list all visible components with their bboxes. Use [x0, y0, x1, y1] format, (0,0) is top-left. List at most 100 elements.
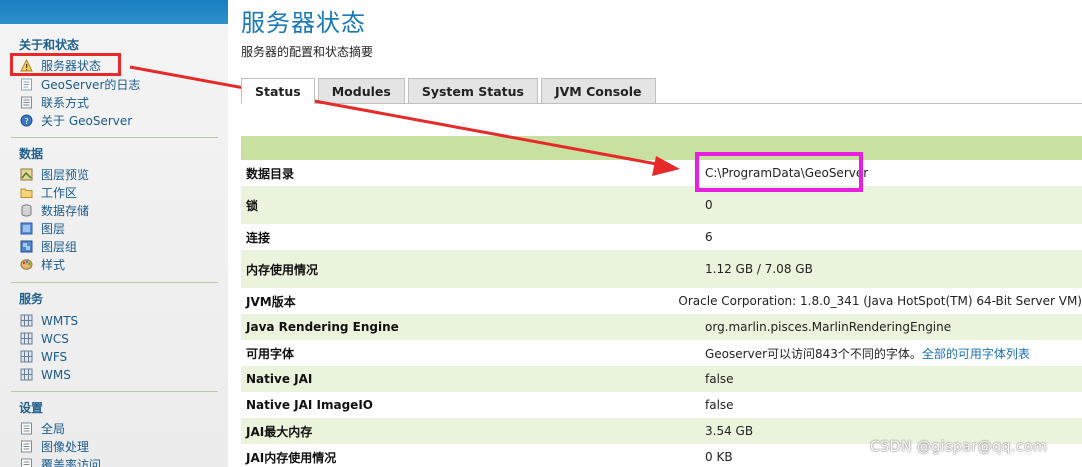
nav-layer-preview[interactable]: 图层预览	[20, 166, 89, 183]
nav-label: 图层预览	[41, 168, 90, 182]
nav-image-processing[interactable]: 图像处理	[20, 438, 89, 455]
section-title-services: 服务	[19, 292, 44, 306]
palette-icon	[20, 258, 33, 271]
section-divider	[11, 391, 218, 392]
row-value: org.marlin.pisces.MarlinRenderingEngine	[705, 320, 952, 334]
tab-status[interactable]: Status	[241, 78, 315, 104]
nav-label: 样式	[41, 258, 66, 272]
nav-coverage-access[interactable]: 覆盖率访问	[20, 456, 101, 467]
nav-wcs[interactable]: WCS	[20, 330, 69, 347]
contact-icon	[20, 96, 33, 109]
wmts-icon	[20, 314, 33, 327]
table-row: JVM版本 Oracle Corporation: 1.8.0_341 (Jav…	[241, 288, 1082, 314]
row-key: JAI内存使用情况	[246, 450, 337, 465]
nav-workspaces[interactable]: 工作区	[20, 184, 77, 201]
all-fonts-link[interactable]: 全部的可用字体列表	[922, 347, 1030, 361]
section-divider	[11, 137, 218, 138]
annotation-red-box	[10, 53, 121, 76]
nav-data-stores[interactable]: 数据存储	[20, 202, 89, 219]
row-value: false	[705, 398, 734, 412]
wms-icon	[20, 368, 33, 381]
table-row: Native JAI ImageIO false	[241, 392, 1082, 418]
nav-label: 数据存储	[41, 204, 90, 218]
database-icon	[20, 204, 33, 217]
table-row: 连接 6	[241, 224, 1082, 250]
nav-label: WFS	[41, 349, 68, 364]
wfs-icon	[20, 350, 33, 363]
row-key: 锁	[246, 198, 259, 213]
layer-icon	[20, 222, 33, 235]
nav-label: 工作区	[41, 186, 78, 200]
nav-global[interactable]: 全局	[20, 420, 65, 437]
nav-layer-groups[interactable]: 图层组	[20, 238, 77, 255]
coverage-access-icon	[20, 458, 33, 467]
image-processing-icon	[20, 440, 33, 453]
nav-geoserver-log[interactable]: GeoServer的日志	[20, 76, 140, 93]
section-divider	[11, 282, 218, 283]
layer-group-icon	[20, 240, 33, 253]
nav-label: WMS	[41, 367, 71, 382]
nav-label: 覆盖率访问	[41, 458, 102, 467]
row-value: 1.12 GB / 7.08 GB	[705, 262, 813, 276]
row-key: Native JAI ImageIO	[246, 398, 373, 412]
nav-wfs[interactable]: WFS	[20, 348, 67, 365]
section-title-settings: 设置	[19, 401, 44, 415]
row-key: Native JAI	[246, 372, 313, 386]
help-icon: ?	[20, 114, 33, 127]
tab-underline	[241, 103, 1082, 104]
nav-styles[interactable]: 样式	[20, 256, 65, 273]
nav-label: 全局	[41, 422, 66, 436]
page-subtitle: 服务器的配置和状态摘要	[241, 45, 374, 59]
status-table-header	[241, 136, 1082, 160]
nav-label: WMTS	[41, 313, 79, 328]
table-row: 数据目录 C:\ProgramData\GeoServer	[241, 160, 1082, 186]
row-key: 可用字体	[246, 346, 295, 361]
nav-label: 图像处理	[41, 440, 90, 454]
annotation-magenta-box	[695, 152, 863, 192]
sidebar-top-bar	[0, 0, 228, 24]
row-key: JAI最大内存	[246, 424, 313, 439]
nav-label: 图层组	[41, 240, 78, 254]
nav-label: 联系方式	[41, 96, 90, 110]
status-table: 数据目录 C:\ProgramData\GeoServer 锁 0 连接 6 内…	[241, 136, 1082, 467]
nav-wmts[interactable]: WMTS	[20, 312, 78, 329]
row-key: 数据目录	[246, 166, 295, 181]
row-key: 连接	[246, 230, 271, 245]
section-title-data: 数据	[19, 147, 44, 161]
row-value: 6	[705, 230, 713, 244]
watermark: CSDN @gispar@qq.com	[870, 439, 1048, 455]
global-icon	[20, 422, 33, 435]
nav-about-geoserver[interactable]: ? 关于 GeoServer	[20, 112, 132, 129]
tab-jvm-console[interactable]: JVM Console	[540, 78, 656, 103]
nav-label: 关于 GeoServer	[41, 114, 133, 128]
table-row: Java Rendering Engine org.marlin.pisces.…	[241, 314, 1082, 340]
row-key: Java Rendering Engine	[246, 320, 399, 334]
page-title: 服务器状态	[241, 9, 366, 37]
row-value: false	[705, 372, 734, 386]
layer-preview-icon	[20, 168, 33, 181]
table-row: 内存使用情况 1.12 GB / 7.08 GB	[241, 250, 1082, 288]
tab-bar: Status Modules System Status JVM Console	[241, 78, 659, 104]
row-value: 0	[705, 198, 713, 212]
table-row: 可用字体 Geoserver可以访问843个不同的字体。全部的可用字体列表	[241, 340, 1082, 366]
log-icon	[20, 78, 33, 91]
nav-wms[interactable]: WMS	[20, 366, 71, 383]
table-row: 锁 0	[241, 186, 1082, 224]
nav-label: 图层	[41, 222, 66, 236]
tab-system-status[interactable]: System Status	[407, 78, 538, 103]
section-title-about: 关于和状态	[19, 38, 80, 52]
row-value: Oracle Corporation: 1.8.0_341 (Java HotS…	[678, 294, 1082, 308]
nav-label: WCS	[41, 331, 69, 346]
row-key: 内存使用情况	[246, 262, 319, 277]
row-value: Geoserver可以访问843个不同的字体。全部的可用字体列表	[705, 345, 1082, 362]
folder-icon	[20, 186, 33, 199]
tab-modules[interactable]: Modules	[317, 78, 405, 103]
fonts-count-text: Geoserver可以访问843个不同的字体。	[705, 346, 922, 361]
table-row: Native JAI false	[241, 366, 1082, 392]
nav-layers[interactable]: 图层	[20, 220, 65, 237]
row-value: 3.54 GB	[705, 424, 754, 438]
row-key: JVM版本	[246, 294, 296, 309]
wcs-icon	[20, 332, 33, 345]
nav-contact[interactable]: 联系方式	[20, 94, 89, 111]
svg-text:?: ?	[24, 117, 28, 126]
